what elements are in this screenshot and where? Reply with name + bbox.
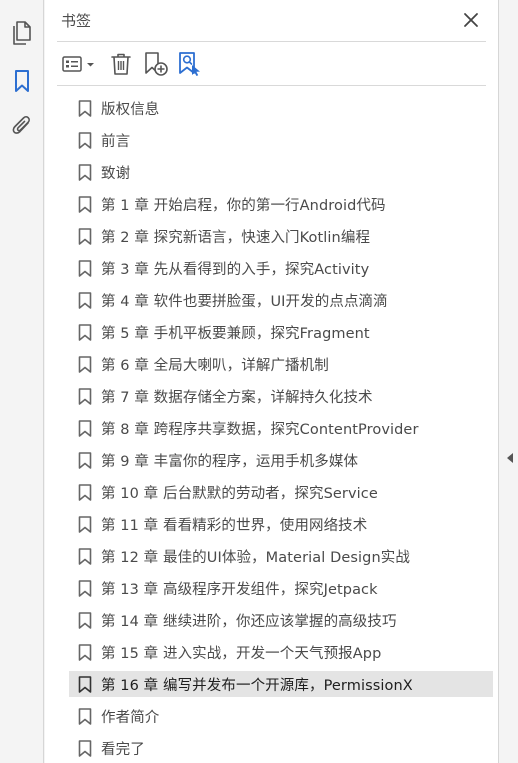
bookmark-item[interactable]: 第 4 章 软件也要拼脸蛋，UI开发的点点滴滴: [45, 284, 498, 316]
bookmark-label: 作者简介: [101, 710, 160, 726]
close-icon: [464, 13, 478, 27]
bookmark-item[interactable]: 版权信息: [45, 92, 498, 124]
bookmark-item[interactable]: 第 16 章 编写并发布一个开源库，PermissionX: [45, 668, 498, 700]
bookmark-icon: [78, 548, 92, 565]
bookmarks-panel: 书签 版权信息 前言 致谢 第 1 章 开始启程，你的第一行Android代码 …: [45, 0, 498, 763]
panel-gutter: [498, 0, 518, 763]
triangle-left-icon: [507, 453, 513, 463]
bookmark-icon: [78, 708, 92, 725]
options-menu-icon: [62, 56, 94, 72]
bookmark-icon: [78, 292, 92, 309]
bookmark-label: 版权信息: [101, 102, 160, 118]
close-panel-button[interactable]: [461, 10, 481, 30]
collapse-panel-button[interactable]: [505, 450, 515, 464]
bookmark-toolbar: [57, 48, 486, 80]
options-menu-button[interactable]: [61, 50, 97, 78]
bookmark-item[interactable]: 第 10 章 后台默默的劳动者，探究Service: [45, 476, 498, 508]
bookmark-label: 第 13 章 高级程序开发组件，探究Jetpack: [101, 582, 378, 598]
panel-title: 书签: [61, 12, 92, 30]
delete-icon: [111, 53, 131, 75]
bookmark-icon: [78, 452, 92, 469]
pages-icon: [13, 21, 31, 45]
bookmark-item[interactable]: 第 9 章 丰富你的程序，运用手机多媒体: [45, 444, 498, 476]
bookmark-icon: [78, 516, 92, 533]
attachment-icon: [12, 116, 30, 134]
bookmark-icon: [78, 100, 92, 117]
bookmark-icon: [78, 740, 92, 757]
bookmark-icon: [78, 260, 92, 277]
bookmark-label: 第 9 章 丰富你的程序，运用手机多媒体: [101, 454, 359, 470]
attachments-panel-button[interactable]: [9, 113, 35, 139]
bookmark-icon: [78, 132, 92, 149]
bookmark-item[interactable]: 第 14 章 继续进阶，你还应该掌握的高级技巧: [45, 604, 498, 636]
bookmark-label: 第 12 章 最佳的UI体验，Material Design实战: [101, 550, 410, 566]
bookmark-item[interactable]: 第 1 章 开始启程，你的第一行Android代码: [45, 188, 498, 220]
bookmark-label: 第 14 章 继续进阶，你还应该掌握的高级技巧: [101, 614, 397, 630]
bookmark-label: 第 1 章 开始启程，你的第一行Android代码: [101, 198, 386, 214]
bookmark-label: 第 16 章 编写并发布一个开源库，PermissionX: [101, 678, 413, 694]
bookmark-icon: [78, 196, 92, 213]
bookmark-label: 第 11 章 看看精彩的世界，使用网络技术: [101, 518, 368, 534]
bookmark-icon: [78, 580, 92, 597]
bookmark-item[interactable]: 第 15 章 进入实战，开发一个天气预报App: [45, 636, 498, 668]
header-divider: [57, 41, 486, 42]
new-bookmark-button[interactable]: [143, 50, 169, 78]
bookmark-label: 看完了: [101, 742, 145, 758]
bookmark-icon: [78, 676, 92, 693]
bookmark-label: 第 8 章 跨程序共享数据，探究ContentProvider: [101, 422, 419, 438]
bookmark-icon: [78, 324, 92, 341]
bookmark-item[interactable]: 作者简介: [45, 700, 498, 732]
bookmark-icon: [78, 356, 92, 373]
bookmark-label: 前言: [101, 134, 131, 150]
bookmark-item[interactable]: 第 7 章 数据存储全方案，详解持久化技术: [45, 380, 498, 412]
bookmark-item[interactable]: 致谢: [45, 156, 498, 188]
navigation-rail: [0, 0, 44, 763]
bookmark-icon: [78, 420, 92, 437]
bookmark-item[interactable]: 第 3 章 先从看得到的入手，探究Activity: [45, 252, 498, 284]
bookmark-item[interactable]: 第 13 章 高级程序开发组件，探究Jetpack: [45, 572, 498, 604]
find-current-bookmark-icon: [179, 52, 200, 76]
new-bookmark-icon: [145, 52, 168, 76]
bookmark-icon: [78, 612, 92, 629]
bookmark-label: 第 10 章 后台默默的劳动者，探究Service: [101, 486, 378, 502]
bookmark-item[interactable]: 第 11 章 看看精彩的世界，使用网络技术: [45, 508, 498, 540]
delete-bookmark-button[interactable]: [109, 50, 133, 78]
bookmark-label: 第 15 章 进入实战，开发一个天气预报App: [101, 646, 382, 662]
bookmark-icon: [78, 388, 92, 405]
bookmark-label: 第 3 章 先从看得到的入手，探究Activity: [101, 262, 370, 278]
bookmark-label: 第 5 章 手机平板要兼顾，探究Fragment: [101, 326, 370, 342]
bookmark-label: 第 7 章 数据存储全方案，详解持久化技术: [101, 390, 373, 406]
bookmark-label: 第 4 章 软件也要拼脸蛋，UI开发的点点滴滴: [101, 294, 388, 310]
bookmark-icon: [78, 228, 92, 245]
bookmark-item[interactable]: 看完了: [45, 732, 498, 763]
bookmark-icon: [15, 70, 29, 92]
bookmark-icon: [78, 644, 92, 661]
bookmark-label: 第 2 章 探究新语言，快速入门Kotlin编程: [101, 230, 371, 246]
find-current-bookmark-button[interactable]: [177, 50, 203, 78]
bookmark-item[interactable]: 第 2 章 探究新语言，快速入门Kotlin编程: [45, 220, 498, 252]
bookmark-item[interactable]: 第 5 章 手机平板要兼顾，探究Fragment: [45, 316, 498, 348]
bookmark-item[interactable]: 第 8 章 跨程序共享数据，探究ContentProvider: [45, 412, 498, 444]
bookmark-icon: [78, 484, 92, 501]
bookmark-label: 第 6 章 全局大喇叭，详解广播机制: [101, 358, 329, 374]
bookmark-icon: [78, 164, 92, 181]
bookmark-list: 版权信息前言致谢第 1 章 开始启程，你的第一行Android代码第 2 章 探…: [45, 92, 498, 763]
bookmark-label: 致谢: [101, 166, 131, 182]
pdf-reader-window: 书签 版权信息 前言 致谢 第 1 章 开始启程，你的第一行Android代码 …: [0, 0, 518, 763]
bookmark-item[interactable]: 第 6 章 全局大喇叭，详解广播机制: [45, 348, 498, 380]
toolbar-divider: [57, 85, 486, 86]
bookmarks-panel-button[interactable]: [9, 68, 35, 94]
pages-panel-button[interactable]: [9, 20, 35, 46]
bookmark-item[interactable]: 前言: [45, 124, 498, 156]
bookmark-item[interactable]: 第 12 章 最佳的UI体验，Material Design实战: [45, 540, 498, 572]
